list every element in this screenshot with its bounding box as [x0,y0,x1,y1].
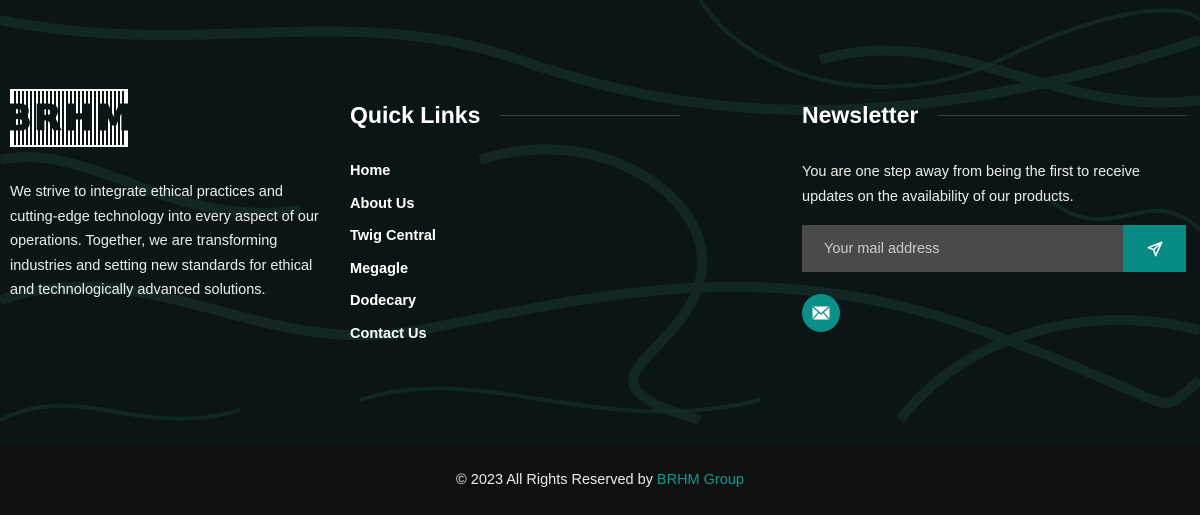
email-contact-button[interactable] [802,294,840,332]
link-about-us[interactable]: About Us [350,196,414,212]
quick-links-heading-row: Quick Links [350,100,680,130]
list-item: Dodecary [350,292,680,325]
link-twig-central[interactable]: Twig Central [350,228,436,244]
list-item: Megagle [350,260,680,293]
list-item: About Us [350,195,680,228]
newsletter-column: Newsletter You are one step away from be… [802,100,1186,332]
paper-plane-icon [1147,241,1162,256]
list-item: Twig Central [350,227,680,260]
list-item: Contact Us [350,325,680,358]
link-megagle[interactable]: Megagle [350,261,408,277]
quick-links-column: Quick Links Home About Us Twig Central M… [350,100,680,358]
newsletter-text: You are one step away from being the fir… [802,164,1140,205]
brhm-logo[interactable]: BRHM [4,89,132,147]
envelope-icon [812,306,830,320]
about-column: BRHM We strive to integrate ethical prac… [4,89,320,303]
email-input[interactable] [802,225,1123,272]
list-item: Home [350,162,680,195]
subscribe-button[interactable] [1123,225,1186,272]
quick-links-list: Home About Us Twig Central Megagle Dodec… [350,162,680,358]
brand-link[interactable]: BRHM Group [657,472,744,488]
newsletter-heading: Newsletter [802,101,919,128]
link-home[interactable]: Home [350,163,390,179]
newsletter-form [802,225,1186,272]
link-contact-us[interactable]: Contact Us [350,326,427,342]
quick-links-heading: Quick Links [350,101,481,128]
footer-main: BRHM We strive to integrate ethical prac… [0,0,1200,445]
link-dodecary[interactable]: Dodecary [350,293,416,309]
heading-divider [938,114,1186,116]
heading-divider [500,114,680,116]
logo-text: BRHM [4,97,134,139]
copyright-text: © 2023 All Rights Reserved by [456,472,653,488]
copyright-bar: © 2023 All Rights Reserved by BRHM Group [0,445,1200,515]
newsletter-heading-row: Newsletter [802,100,1186,130]
about-description: We strive to integrate ethical practices… [10,184,319,298]
